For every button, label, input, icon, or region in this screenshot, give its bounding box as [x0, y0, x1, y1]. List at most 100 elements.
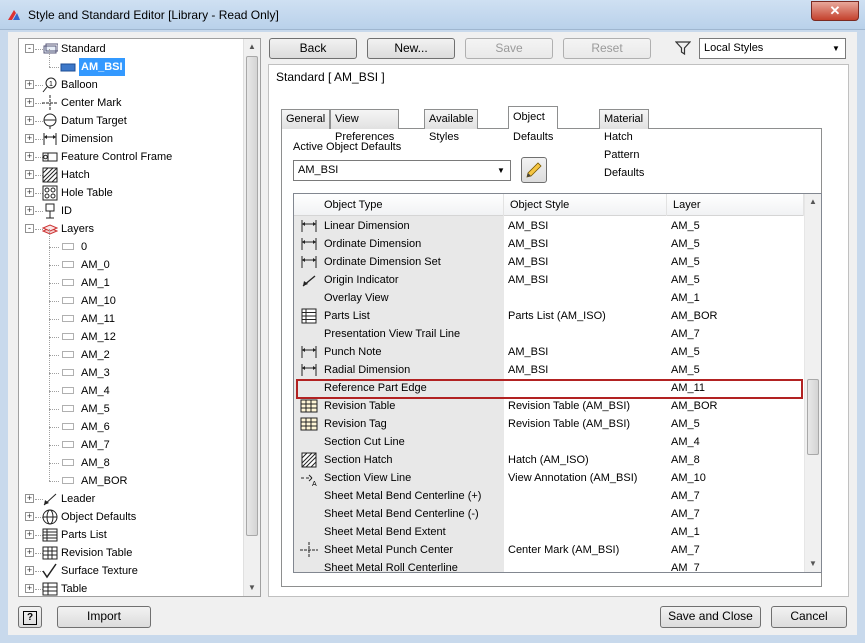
tab-object-defaults[interactable]: Object Defaults — [508, 106, 559, 143]
layer-cell[interactable]: AM_7 — [671, 505, 801, 523]
table-row[interactable]: Sheet Metal Roll Centerline AM_7 — [294, 559, 804, 572]
table-row[interactable]: Linear Dimension AM_BSI AM_5 — [294, 217, 804, 235]
object-style-cell[interactable]: Hatch (AM_ISO) — [508, 451, 666, 469]
object-style-cell[interactable]: AM_BSI — [508, 361, 666, 379]
tree-item-layer[interactable]: AM_3 — [19, 364, 244, 382]
scroll-down-icon[interactable]: ▼ — [244, 580, 260, 596]
expand-icon[interactable]: + — [25, 548, 34, 557]
tree-item-surface-texture[interactable]: + Surface Texture — [19, 562, 244, 580]
tree-scrollbar[interactable]: ▲ ▼ — [243, 39, 260, 596]
expand-icon[interactable]: + — [25, 170, 34, 179]
tree-item-hatch[interactable]: + Hatch — [19, 166, 244, 184]
table-row[interactable]: Revision Tag Revision Table (AM_BSI) AM_5 — [294, 415, 804, 433]
new-button[interactable]: New... — [367, 38, 455, 59]
table-row[interactable]: Sheet Metal Bend Centerline (-) AM_7 — [294, 505, 804, 523]
object-style-cell[interactable] — [508, 523, 666, 541]
layer-cell[interactable]: AM_1 — [671, 289, 801, 307]
layer-cell[interactable]: AM_5 — [671, 217, 801, 235]
expand-icon[interactable]: + — [25, 80, 34, 89]
tab-material-hatch-pattern-defaults[interactable]: Material Hatch Pattern Defaults — [599, 109, 650, 179]
table-row[interactable]: Overlay View AM_1 — [294, 289, 804, 307]
expand-icon[interactable]: + — [25, 188, 34, 197]
table-row[interactable]: Section Hatch Hatch (AM_ISO) AM_8 — [294, 451, 804, 469]
tree-item-layer[interactable]: AM_4 — [19, 382, 244, 400]
tree-item-layer[interactable]: AM_11 — [19, 310, 244, 328]
layer-cell[interactable]: AM_5 — [671, 361, 801, 379]
table-row[interactable]: Parts List Parts List (AM_ISO) AM_BOR — [294, 307, 804, 325]
object-style-cell[interactable]: View Annotation (AM_BSI) — [508, 469, 666, 487]
tree-item-standard[interactable]: - Standard — [19, 40, 244, 58]
tree-item-table[interactable]: + Table — [19, 580, 244, 596]
collapse-icon[interactable]: - — [25, 44, 34, 53]
object-style-cell[interactable]: AM_BSI — [508, 235, 666, 253]
tree-item-center-mark[interactable]: + Center Mark — [19, 94, 244, 112]
layer-cell[interactable]: AM_5 — [671, 415, 801, 433]
tree-item-feature-control-frame[interactable]: + Feature Control Frame — [19, 148, 244, 166]
save-and-close-button[interactable]: Save and Close — [660, 606, 761, 628]
scroll-thumb[interactable] — [807, 379, 819, 455]
layer-cell[interactable]: AM_1 — [671, 523, 801, 541]
header-object-type[interactable]: Object Type — [294, 194, 504, 216]
table-row[interactable]: Sheet Metal Bend Centerline (+) AM_7 — [294, 487, 804, 505]
object-style-cell[interactable] — [508, 559, 666, 572]
layer-cell[interactable]: AM_8 — [671, 451, 801, 469]
table-row[interactable]: Radial Dimension AM_BSI AM_5 — [294, 361, 804, 379]
table-row[interactable]: Ordinate Dimension Set AM_BSI AM_5 — [294, 253, 804, 271]
table-row[interactable]: Ordinate Dimension AM_BSI AM_5 — [294, 235, 804, 253]
object-style-cell[interactable]: Revision Table (AM_BSI) — [508, 397, 666, 415]
object-style-cell[interactable]: AM_BSI — [508, 217, 666, 235]
expand-icon[interactable]: + — [25, 116, 34, 125]
table-row[interactable]: Presentation View Trail Line AM_7 — [294, 325, 804, 343]
layer-cell[interactable]: AM_5 — [671, 343, 801, 361]
table-row[interactable]: Sheet Metal Punch Center Center Mark (AM_… — [294, 541, 804, 559]
save-button[interactable]: Save — [465, 38, 553, 59]
active-defaults-select[interactable]: AM_BSI ▼ — [293, 160, 511, 181]
grid-scrollbar[interactable]: ▲ ▼ — [804, 194, 821, 572]
tree-item-dimension[interactable]: + Dimension — [19, 130, 244, 148]
table-row[interactable]: Sheet Metal Bend Extent AM_1 — [294, 523, 804, 541]
tree-item-datum-target[interactable]: + Datum Target — [19, 112, 244, 130]
tree-item-layer[interactable]: AM_1 — [19, 274, 244, 292]
object-style-cell[interactable]: AM_BSI — [508, 253, 666, 271]
tree-item-layer[interactable]: AM_8 — [19, 454, 244, 472]
back-button[interactable]: Back — [269, 38, 357, 59]
table-row[interactable]: Section Cut Line AM_4 — [294, 433, 804, 451]
scroll-thumb[interactable] — [246, 56, 258, 536]
table-row[interactable]: A Section View Line View Annotation (AM_BS… — [294, 469, 804, 488]
collapse-icon[interactable]: - — [25, 224, 34, 233]
tree-item-id[interactable]: + ID — [19, 202, 244, 220]
object-style-cell[interactable] — [508, 289, 666, 307]
tree-item-am-bsi[interactable]: AM_BSI — [19, 49, 244, 76]
tree-item-object-defaults[interactable]: + Object Defaults — [19, 508, 244, 526]
tree-item-layer[interactable]: AM_2 — [19, 346, 244, 364]
object-style-cell[interactable]: AM_BSI — [508, 343, 666, 361]
object-style-cell[interactable] — [508, 505, 666, 523]
close-button[interactable]: ✕ — [811, 1, 859, 21]
tab-available-styles[interactable]: Available Styles — [424, 109, 479, 143]
expand-icon[interactable]: + — [25, 584, 34, 593]
expand-icon[interactable]: + — [25, 494, 34, 503]
tree-item-revision-table[interactable]: + Revision Table — [19, 544, 244, 562]
tree-item-hole-table[interactable]: + Hole Table — [19, 184, 244, 202]
layer-cell[interactable]: AM_5 — [671, 253, 801, 271]
layer-cell[interactable]: AM_BOR — [671, 397, 801, 415]
object-style-cell[interactable]: AM_BSI — [508, 271, 666, 289]
layer-cell[interactable]: AM_5 — [671, 235, 801, 253]
header-layer[interactable]: Layer — [667, 194, 804, 216]
tree-item-layer[interactable]: AM_7 — [19, 436, 244, 454]
layer-cell[interactable]: AM_7 — [671, 541, 801, 559]
table-row[interactable]: Origin Indicator AM_BSI AM_5 — [294, 271, 804, 289]
expand-icon[interactable]: + — [25, 134, 34, 143]
layer-cell[interactable]: AM_7 — [671, 559, 801, 572]
tree-item-layer[interactable]: AM_10 — [19, 292, 244, 310]
style-filter-select[interactable]: Local Styles ▼ — [699, 38, 846, 59]
table-row[interactable]: Punch Note AM_BSI AM_5 — [294, 343, 804, 361]
header-object-style[interactable]: Object Style — [504, 194, 667, 216]
layer-cell[interactable]: AM_4 — [671, 433, 801, 451]
edit-defaults-button[interactable] — [521, 157, 547, 183]
tree-item-balloon[interactable]: +1 Balloon — [19, 76, 244, 94]
table-row[interactable]: Revision Table Revision Table (AM_BSI) AM_… — [294, 397, 804, 415]
tab-view-preferences[interactable]: View Preferences — [330, 109, 400, 143]
expand-icon[interactable]: + — [25, 530, 34, 539]
layer-cell[interactable]: AM_5 — [671, 271, 801, 289]
